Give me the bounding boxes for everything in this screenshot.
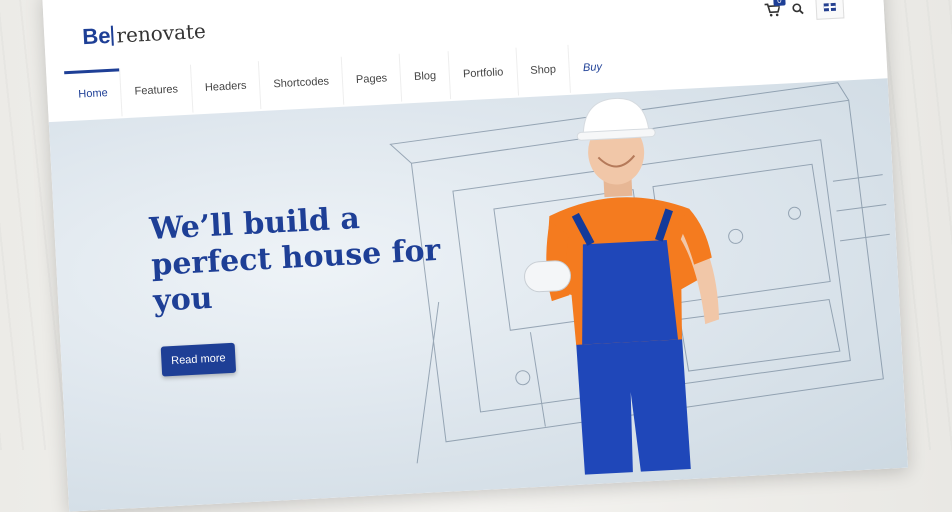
nav-item-features[interactable]: Features — [120, 64, 194, 117]
uk-flag-icon — [823, 2, 837, 12]
cart-count-badge: 0 — [773, 0, 786, 7]
language-switcher[interactable] — [815, 0, 845, 20]
logo-name: renovate — [115, 18, 207, 48]
nav-item-shortcodes[interactable]: Shortcodes — [259, 56, 345, 109]
nav-item-home[interactable]: Home — [64, 68, 123, 120]
search-icon[interactable] — [792, 2, 805, 15]
nav-label: Shortcodes — [273, 75, 330, 91]
nav-label: Headers — [204, 79, 247, 94]
logo-divider — [110, 25, 114, 46]
hero-headline: We’ll build a perfect house for you — [148, 201, 442, 319]
website-mockup: Be renovate 0 Home Features Headers Shor… — [41, 0, 909, 512]
nav-item-blog[interactable]: Blog — [399, 51, 452, 102]
nav-label: Home — [78, 87, 108, 101]
logo-prefix: Be — [81, 22, 112, 50]
nav-item-shop[interactable]: Shop — [516, 44, 572, 96]
nav-label: Blog — [413, 69, 437, 83]
nav-item-headers[interactable]: Headers — [190, 61, 262, 113]
nav-item-pages[interactable]: Pages — [341, 53, 403, 105]
nav-label: Buy — [582, 61, 603, 75]
site-logo[interactable]: Be renovate — [82, 18, 207, 50]
hero-section: We’ll build a perfect house for you Read… — [48, 78, 909, 512]
nav-item-buy[interactable]: Buy — [569, 42, 616, 92]
nav-label: Pages — [355, 72, 388, 87]
shopping-cart-icon[interactable]: 0 — [764, 0, 786, 18]
nav-label: Features — [134, 83, 179, 98]
nav-item-portfolio[interactable]: Portfolio — [448, 47, 519, 100]
nav-label: Portfolio — [462, 66, 504, 81]
nav-label: Shop — [530, 63, 557, 77]
worker-illustration — [524, 97, 720, 475]
read-more-button[interactable]: Read more — [160, 342, 237, 377]
header-tools: 0 — [763, 0, 845, 23]
